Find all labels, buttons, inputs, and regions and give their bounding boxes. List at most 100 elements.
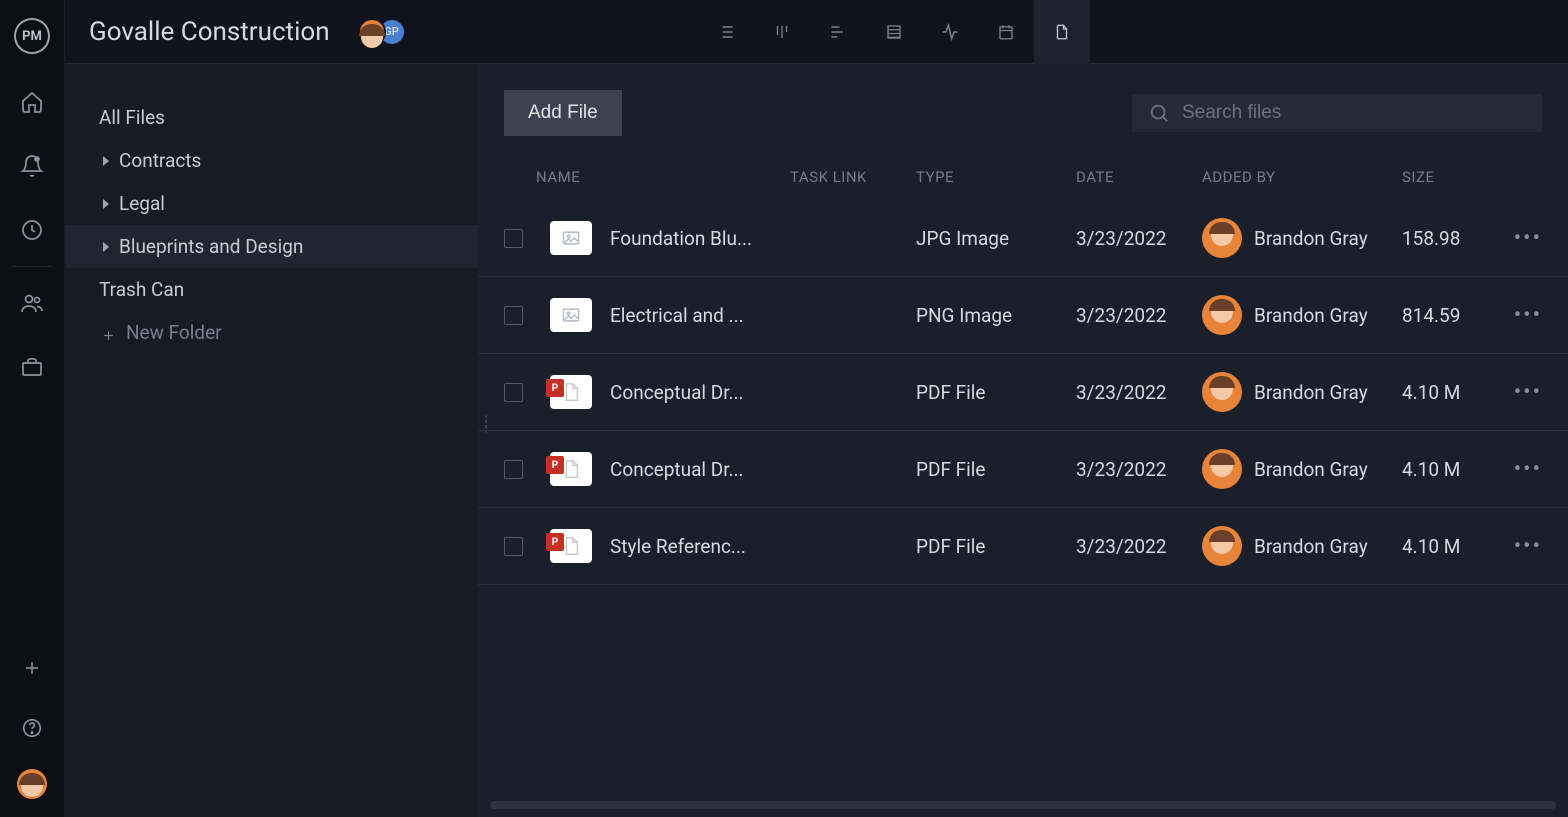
file-date: 3/23/2022 xyxy=(1076,304,1202,327)
file-date: 3/23/2022 xyxy=(1076,227,1202,250)
tree-folder[interactable]: Legal xyxy=(65,182,478,225)
view-sheet-icon[interactable] xyxy=(866,0,922,64)
search-input[interactable] xyxy=(1182,102,1526,124)
row-menu-icon[interactable]: ••• xyxy=(1492,380,1542,405)
row-checkbox[interactable] xyxy=(504,306,523,325)
file-added-by: Brandon Gray xyxy=(1202,372,1402,412)
file-name: Style Referenc... xyxy=(610,535,790,558)
row-menu-icon[interactable]: ••• xyxy=(1492,226,1542,251)
app-logo[interactable]: PM xyxy=(14,18,50,54)
file-type: PDF File xyxy=(916,458,1076,481)
file-name: Conceptual Dr... xyxy=(610,381,790,404)
tree-folder[interactable]: Blueprints and Design xyxy=(65,225,478,268)
briefcase-icon[interactable] xyxy=(20,355,44,379)
tree-label: Legal xyxy=(119,192,165,215)
row-checkbox[interactable] xyxy=(504,229,523,248)
image-file-icon xyxy=(550,221,592,255)
file-row[interactable]: P Style Referenc... PDF File 3/23/2022 B… xyxy=(478,508,1568,585)
file-date: 3/23/2022 xyxy=(1076,458,1202,481)
horizontal-scrollbar[interactable] xyxy=(490,801,1556,809)
pdf-file-icon: P xyxy=(550,375,592,409)
row-menu-icon[interactable]: ••• xyxy=(1492,303,1542,328)
new-folder-button[interactable]: New Folder xyxy=(65,311,478,354)
view-list-icon[interactable] xyxy=(698,0,754,64)
user-avatar xyxy=(1202,218,1242,258)
file-added-by: Brandon Gray xyxy=(1202,218,1402,258)
view-board-icon[interactable] xyxy=(754,0,810,64)
top-bar: Govalle Construction GP xyxy=(65,0,1568,64)
tree-all-files[interactable]: All Files xyxy=(65,96,478,139)
pdf-file-icon: P xyxy=(550,452,592,486)
file-type: PDF File xyxy=(916,381,1076,404)
col-added[interactable]: ADDED BY xyxy=(1202,168,1402,186)
col-task[interactable]: TASK LINK xyxy=(790,168,916,186)
file-row[interactable]: P Conceptual Dr... PDF File 3/23/2022 Br… xyxy=(478,431,1568,508)
home-icon[interactable] xyxy=(20,90,44,114)
left-rail: PM xyxy=(0,0,65,817)
file-type: PDF File xyxy=(916,535,1076,558)
view-gantt-icon[interactable] xyxy=(810,0,866,64)
file-name: Foundation Blu... xyxy=(610,227,790,250)
view-tabs xyxy=(698,0,1090,64)
row-menu-icon[interactable]: ••• xyxy=(1492,457,1542,482)
user-avatar xyxy=(1202,372,1242,412)
row-checkbox[interactable] xyxy=(504,537,523,556)
caret-right-icon xyxy=(103,199,109,209)
file-size: 4.10 M xyxy=(1402,381,1492,404)
plus-icon xyxy=(101,325,116,340)
tree-trash[interactable]: Trash Can xyxy=(65,268,478,311)
file-size: 158.98 xyxy=(1402,227,1492,250)
clock-icon[interactable] xyxy=(20,218,44,242)
search-box[interactable] xyxy=(1132,94,1542,132)
bell-icon[interactable] xyxy=(20,154,44,178)
tree-folder[interactable]: Contracts xyxy=(65,139,478,182)
tree-label: Blueprints and Design xyxy=(119,235,303,258)
caret-right-icon xyxy=(103,156,109,166)
row-menu-icon[interactable]: ••• xyxy=(1492,534,1542,559)
file-name: Conceptual Dr... xyxy=(610,458,790,481)
file-size: 4.10 M xyxy=(1402,458,1492,481)
row-checkbox[interactable] xyxy=(504,383,523,402)
file-row[interactable]: Electrical and ... PNG Image 3/23/2022 B… xyxy=(478,277,1568,354)
people-icon[interactable] xyxy=(20,291,44,315)
file-date: 3/23/2022 xyxy=(1076,535,1202,558)
col-date[interactable]: DATE xyxy=(1076,168,1202,186)
project-members[interactable]: GP xyxy=(358,18,406,46)
image-file-icon xyxy=(550,298,592,332)
view-activity-icon[interactable] xyxy=(922,0,978,64)
file-added-by: Brandon Gray xyxy=(1202,449,1402,489)
table-header: NAME TASK LINK TYPE DATE ADDED BY SIZE xyxy=(478,154,1568,200)
content-row: All Files Contracts Legal Blueprints and D… xyxy=(65,64,1568,817)
user-avatar xyxy=(1202,295,1242,335)
help-icon[interactable] xyxy=(21,717,43,739)
file-size: 4.10 M xyxy=(1402,535,1492,558)
add-file-button[interactable]: Add File xyxy=(504,90,622,136)
current-user-avatar[interactable] xyxy=(17,769,47,799)
member-avatar xyxy=(358,18,386,46)
tree-label: Trash Can xyxy=(99,278,184,301)
file-date: 3/23/2022 xyxy=(1076,381,1202,404)
view-calendar-icon[interactable] xyxy=(978,0,1034,64)
col-size[interactable]: SIZE xyxy=(1402,168,1492,186)
view-files-icon[interactable] xyxy=(1034,0,1090,64)
file-row[interactable]: P Conceptual Dr... PDF File 3/23/2022 Br… xyxy=(478,354,1568,431)
user-avatar xyxy=(1202,526,1242,566)
main-area: Govalle Construction GP All Files Contra… xyxy=(65,0,1568,817)
col-type[interactable]: TYPE xyxy=(916,168,1076,186)
project-title: Govalle Construction xyxy=(89,17,330,47)
file-tree: All Files Contracts Legal Blueprints and D… xyxy=(65,64,478,817)
new-folder-label: New Folder xyxy=(126,321,222,344)
file-toolbar: Add File xyxy=(478,64,1568,154)
col-name[interactable]: NAME xyxy=(536,168,790,186)
file-size: 814.59 xyxy=(1402,304,1492,327)
file-type: JPG Image xyxy=(916,227,1076,250)
search-icon xyxy=(1148,102,1170,124)
tree-label: All Files xyxy=(99,106,165,129)
pdf-file-icon: P xyxy=(550,529,592,563)
caret-right-icon xyxy=(103,242,109,252)
file-row[interactable]: Foundation Blu... JPG Image 3/23/2022 Br… xyxy=(478,200,1568,277)
add-icon[interactable] xyxy=(23,659,41,677)
file-added-by: Brandon Gray xyxy=(1202,526,1402,566)
file-added-by: Brandon Gray xyxy=(1202,295,1402,335)
row-checkbox[interactable] xyxy=(504,460,523,479)
